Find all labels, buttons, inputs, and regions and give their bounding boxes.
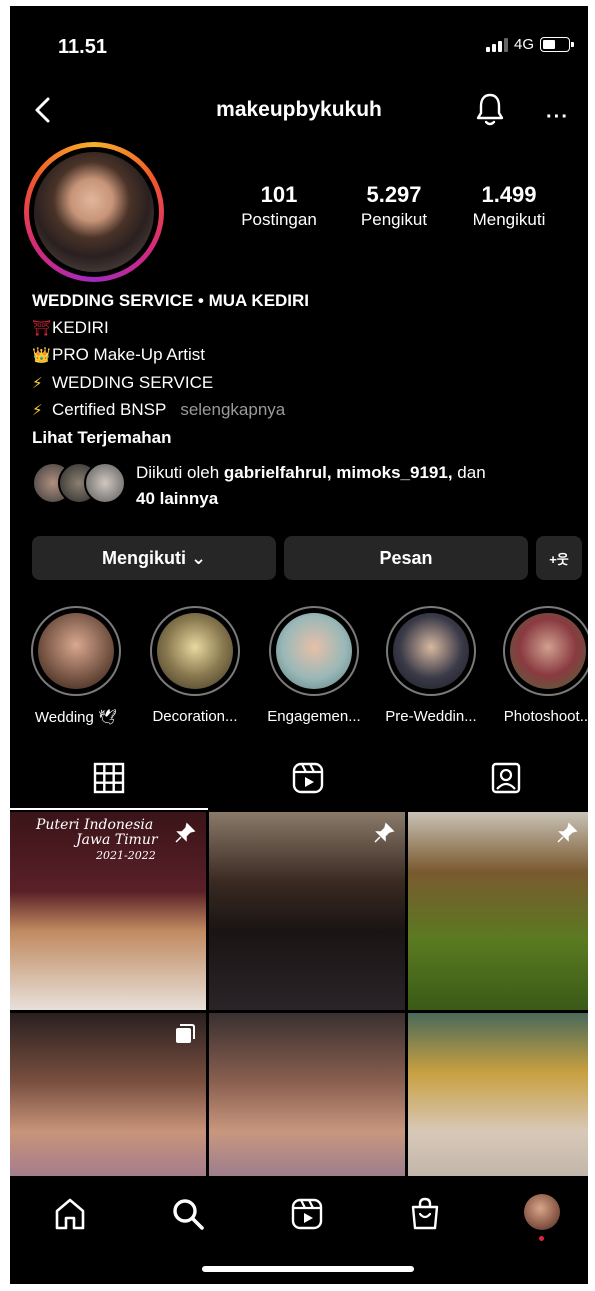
- highlight-item[interactable]: Decoration...: [135, 606, 255, 725]
- bio-name: WEDDING SERVICE • MUA KEDIRI: [32, 291, 310, 310]
- lightning-icon: ⚡: [32, 402, 43, 419]
- stat-value: 1.499: [481, 182, 537, 207]
- profile-avatar[interactable]: [24, 142, 164, 282]
- post-thumbnail[interactable]: [408, 812, 588, 1010]
- pin-icon: [374, 822, 395, 843]
- home-icon[interactable]: [52, 1196, 88, 1232]
- reels-icon[interactable]: [290, 760, 326, 796]
- reels-nav-icon[interactable]: [289, 1196, 325, 1232]
- crown-icon: 👑: [32, 347, 51, 364]
- tagged-icon[interactable]: [488, 760, 524, 796]
- highlight-label: Pre-Weddin...: [385, 708, 477, 725]
- highlight-label: Decoration...: [152, 708, 238, 725]
- follower-avatar: [84, 462, 126, 504]
- highlight-item[interactable]: Wedding 🕊: [16, 606, 136, 726]
- stat-label: Pengikut: [360, 210, 428, 229]
- bio-line: 👑PRO Make-Up Artist: [32, 342, 572, 370]
- highlight-cover: [276, 613, 352, 689]
- followed-by[interactable]: Diikuti oleh gabrielfahrul, mimoks_9191,…: [32, 460, 572, 512]
- highlight-cover: [393, 613, 469, 689]
- highlight-cover: [157, 613, 233, 689]
- bio-line: ⛩KEDIRI: [32, 315, 572, 343]
- bell-icon[interactable]: [474, 92, 506, 128]
- torii-icon: ⛩: [32, 319, 52, 337]
- stat-following[interactable]: 1.499 Mengikuti: [454, 182, 564, 232]
- follower-avatars: [32, 460, 126, 504]
- highlight-item[interactable]: Pre-Weddin...: [371, 606, 491, 725]
- signal-icon: [485, 37, 508, 52]
- highlight-cover: [510, 613, 586, 689]
- search-icon[interactable]: [170, 1196, 206, 1232]
- more-options-icon[interactable]: ···: [546, 106, 569, 129]
- stat-value: 101: [260, 182, 298, 207]
- grid-icon[interactable]: [91, 760, 127, 796]
- suggest-people-button[interactable]: +웃: [536, 536, 582, 580]
- story-highlights: Wedding 🕊 Decoration... Engagemen... Pre…: [10, 606, 588, 736]
- carousel-icon: [176, 1024, 195, 1043]
- followed-by-text: Diikuti oleh gabrielfahrul, mimoks_9191,…: [136, 463, 486, 508]
- following-button[interactable]: Mengikuti ⌄: [32, 536, 276, 580]
- stat-label: Postingan: [241, 210, 317, 229]
- status-time: 11.51: [58, 36, 107, 58]
- profile-nav-avatar[interactable]: [524, 1194, 560, 1230]
- avatar-photo: [34, 152, 154, 272]
- post-thumbnail[interactable]: [209, 812, 405, 1010]
- lightning-icon: ⚡: [32, 374, 43, 392]
- highlight-item[interactable]: Engagemen...: [254, 606, 374, 725]
- highlight-label: Engagemen...: [267, 708, 361, 725]
- bio-line: ⚡ WEDDING SERVICE: [32, 370, 572, 398]
- network-label: 4G: [513, 36, 534, 53]
- shop-icon[interactable]: [407, 1196, 443, 1232]
- pin-icon: [175, 822, 196, 843]
- active-tab-indicator: [10, 808, 208, 810]
- highlight-label: Wedding 🕊: [34, 709, 118, 726]
- profile-stats: 101 Postingan 5.297 Pengikut 1.499 Mengi…: [224, 182, 564, 232]
- post-thumbnail[interactable]: Puteri Indonesia Jawa Timur 2021-2022: [10, 812, 206, 1010]
- highlight-cover: [38, 613, 114, 689]
- highlight-item[interactable]: Photoshoot...: [488, 606, 588, 725]
- translate-link[interactable]: Lihat Terjemahan: [32, 425, 572, 452]
- stat-followers[interactable]: 5.297 Pengikut: [339, 182, 449, 232]
- profile-tabs: [10, 752, 588, 810]
- home-indicator[interactable]: [202, 1266, 414, 1272]
- message-button[interactable]: Pesan: [284, 536, 528, 580]
- stat-label: Mengikuti: [472, 210, 546, 229]
- battery-icon: [540, 37, 574, 52]
- post-caption: Puteri Indonesia Jawa Timur 2021-2022: [36, 817, 158, 863]
- stat-value: 5.297: [366, 182, 422, 207]
- see-more-link[interactable]: selengkapnya: [180, 400, 285, 419]
- notification-dot: [539, 1236, 544, 1241]
- profile-bio: WEDDING SERVICE • MUA KEDIRI ⛩KEDIRI 👑PR…: [32, 288, 572, 451]
- bio-line: ⚡ Certified BNSP selengkapnya: [32, 397, 572, 425]
- stat-posts[interactable]: 101 Postingan: [224, 182, 334, 232]
- highlight-label: Photoshoot...: [503, 708, 588, 725]
- phone-screen: 11.51 4G makeupbykukuh ··· 101 Postingan…: [10, 6, 588, 1284]
- status-indicators: 4G: [485, 36, 574, 53]
- pin-icon: [557, 822, 578, 843]
